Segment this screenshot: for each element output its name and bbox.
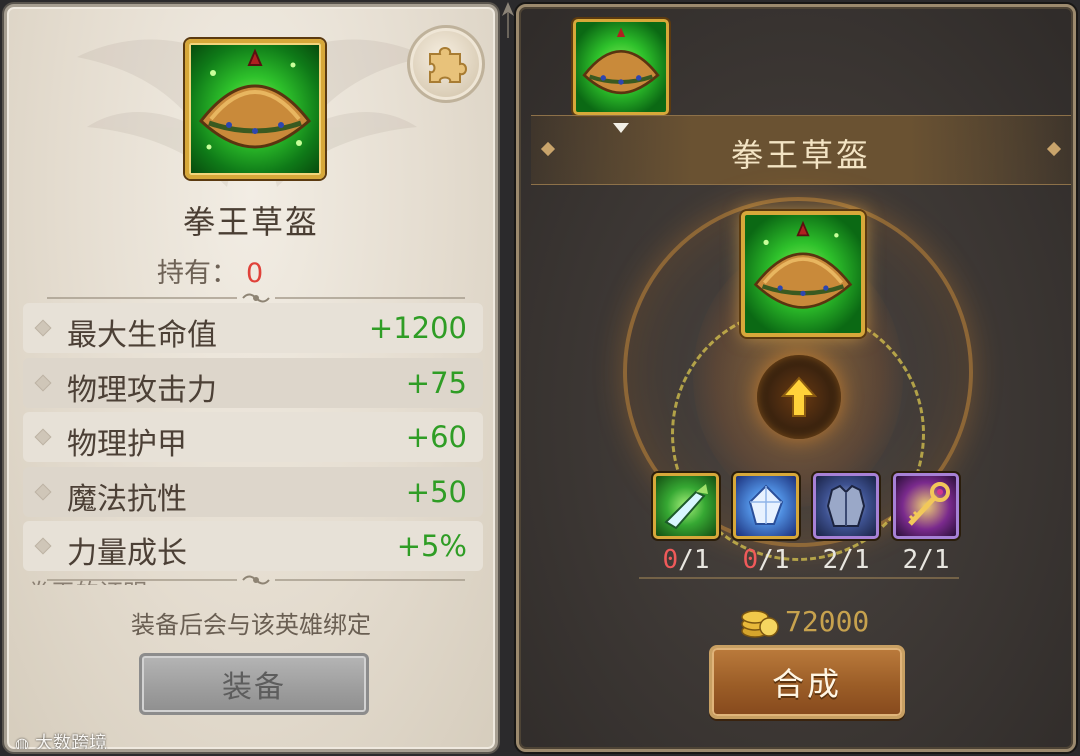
material-have: 2 [902, 545, 919, 575]
material-slot[interactable] [733, 473, 799, 539]
armor-icon [826, 484, 866, 527]
key-scepter-icon [908, 482, 950, 526]
watermark-logo-icon: ◍ [15, 734, 29, 752]
material-have: 0 [662, 545, 679, 575]
diamond-bullet-icon [34, 537, 52, 555]
fragment-puzzle-button[interactable] [407, 25, 485, 103]
stat-row: 物理护甲 +60 [23, 412, 483, 462]
material-slot[interactable] [653, 473, 719, 539]
craft-panel: 拳王草盔 0/1 0/1 2/1 2/1 72000 合成 [516, 4, 1076, 752]
title-banner: 拳王草盔 [531, 115, 1071, 185]
blue-crystal-icon [748, 484, 784, 525]
selection-pointer-icon [613, 123, 629, 133]
material-need: 1 [773, 545, 790, 575]
gold-cost-value: 72000 [785, 604, 870, 638]
stat-value: +75 [405, 365, 467, 400]
item-detail-panel: 拳王草盔 持有： 0 最大生命值 +1200 物理攻击力 +75 物理护甲 +60… [4, 4, 498, 752]
material-have: 2 [822, 545, 839, 575]
stat-label: 魔法抗性 [67, 481, 187, 517]
bind-note: 装备后会与该英雄绑定 [131, 611, 371, 639]
item-name: 拳王草盔 [182, 203, 319, 241]
material-slot[interactable] [893, 473, 959, 539]
selected-item-slot[interactable] [573, 19, 669, 115]
stat-label: 力量成长 [67, 536, 187, 571]
watermark-text: 大数跨境 [34, 733, 107, 752]
straw-hat-icon [198, 48, 312, 150]
material-need: 1 [693, 545, 710, 575]
diamond-bullet-icon [34, 483, 52, 500]
watermark: ◍ 大数跨境 [15, 729, 107, 752]
stat-value: +5% [396, 529, 467, 563]
owned-count: 持有： 0 [157, 251, 263, 290]
stat-row: 力量成长 +5% [23, 521, 483, 571]
material-need: 1 [853, 545, 870, 575]
green-blade-icon [664, 484, 708, 530]
straw-hat-icon [753, 220, 853, 309]
material-have: 0 [742, 545, 759, 575]
craft-result-slot[interactable] [741, 211, 865, 337]
arrow-tip-icon [502, 2, 514, 38]
material-count: 0/1 [742, 545, 790, 575]
diamond-bullet-icon [34, 428, 52, 446]
stat-row: 最大生命值 +1200 [23, 303, 483, 353]
arrow-up-icon [781, 376, 817, 417]
stat-label: 物理攻击力 [67, 372, 217, 408]
gold-cost: 72000 [739, 603, 869, 639]
puzzle-piece-icon [429, 47, 467, 83]
stat-value: +60 [405, 420, 467, 454]
material-count: 2/1 [902, 545, 950, 575]
craft-button[interactable]: 合成 [709, 645, 905, 719]
owned-value: 0 [246, 258, 264, 289]
stat-row: 魔法抗性 +50 [23, 466, 483, 517]
material-need: 1 [933, 545, 950, 575]
gold-coin-icon [741, 610, 779, 638]
divider [639, 577, 959, 579]
stat-label: 最大生命值 [67, 318, 217, 353]
owned-label: 持有： [157, 258, 238, 289]
diamond-bullet-icon [34, 374, 52, 391]
stat-row: 物理攻击力 +75 [23, 357, 483, 408]
ornament-divider [47, 575, 465, 585]
stat-value: +50 [405, 474, 467, 509]
equip-button[interactable]: 装备 [139, 653, 369, 715]
straw-hat-icon [582, 27, 660, 95]
stat-list[interactable]: 最大生命值 +1200 物理攻击力 +75 物理护甲 +60 魔法抗性 +50 … [23, 303, 483, 576]
material-count: 0/1 [662, 545, 710, 575]
diamond-bullet-icon [34, 319, 52, 337]
stat-label: 物理护甲 [67, 427, 187, 462]
material-count: 2/1 [822, 545, 870, 575]
stat-value: +1200 [368, 311, 467, 345]
item-icon-frame [185, 39, 325, 179]
upgrade-orb [757, 355, 841, 439]
material-slot[interactable] [813, 473, 879, 539]
craft-item-title: 拳王草盔 [730, 136, 871, 174]
